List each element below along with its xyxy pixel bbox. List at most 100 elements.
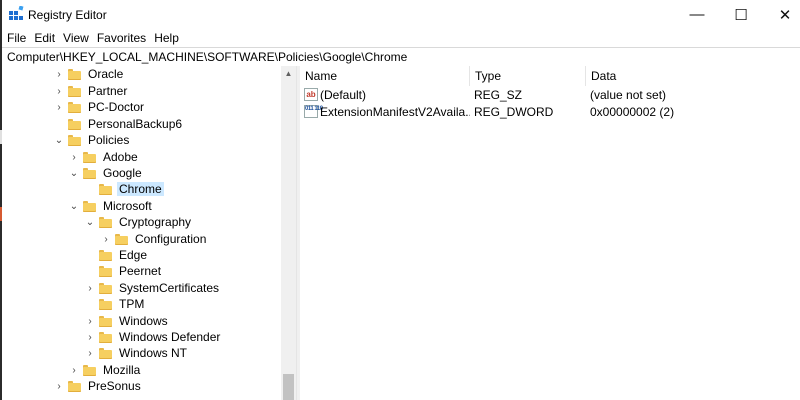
tree-item-cryptography[interactable]: ⌄ Cryptography bbox=[85, 214, 193, 230]
string-value-icon: ab bbox=[304, 88, 318, 101]
folder-icon bbox=[99, 216, 112, 228]
folder-icon bbox=[83, 200, 96, 212]
tree-item-label: Peernet bbox=[119, 264, 162, 278]
folder-icon bbox=[99, 249, 112, 261]
chevron-down-icon[interactable]: ⌄ bbox=[69, 165, 79, 181]
tree-item-presonus[interactable]: › PreSonus bbox=[54, 378, 143, 394]
value-row-default[interactable]: ab (Default) REG_SZ (value not set) bbox=[300, 86, 800, 103]
folder-icon bbox=[68, 68, 81, 80]
tree-item-label: PC-Doctor bbox=[88, 100, 145, 114]
tree-item-personalbackup6[interactable]: PersonalBackup6 bbox=[54, 116, 184, 132]
tree-item-label: Configuration bbox=[135, 232, 207, 246]
value-data: 0x00000002 (2) bbox=[590, 104, 675, 119]
folder-icon bbox=[68, 380, 81, 392]
menu-bar: File Edit View Favorites Help bbox=[2, 29, 800, 47]
column-header-type[interactable]: Type bbox=[470, 66, 586, 86]
folder-icon bbox=[68, 101, 81, 113]
folder-icon bbox=[99, 331, 112, 343]
tree-item-label: Microsoft bbox=[103, 199, 152, 213]
chevron-right-icon[interactable]: › bbox=[54, 378, 64, 394]
tree-item-policies[interactable]: ⌄ Policies bbox=[54, 132, 131, 148]
tree-item-label: Mozilla bbox=[103, 363, 141, 377]
tree-item-adobe[interactable]: › Adobe bbox=[69, 149, 140, 165]
tree-item-label: Oracle bbox=[88, 67, 124, 81]
tree-item-label: Adobe bbox=[103, 150, 138, 164]
folder-icon bbox=[68, 134, 81, 146]
tree-item-configuration[interactable]: › Configuration bbox=[101, 231, 208, 247]
chevron-down-icon[interactable]: ⌄ bbox=[69, 198, 79, 214]
folder-icon bbox=[83, 364, 96, 376]
folder-icon bbox=[99, 183, 112, 195]
tree-item-partner[interactable]: › Partner bbox=[54, 83, 129, 99]
value-data: (value not set) bbox=[590, 87, 667, 102]
chevron-right-icon[interactable]: › bbox=[69, 149, 79, 165]
folder-icon bbox=[68, 85, 81, 97]
chevron-right-icon[interactable]: › bbox=[69, 362, 79, 378]
folder-icon bbox=[99, 347, 112, 359]
window-title: Registry Editor bbox=[28, 8, 107, 22]
close-button[interactable]: ✕ bbox=[762, 0, 800, 29]
tree-item-label: PersonalBackup6 bbox=[88, 117, 183, 131]
folder-icon bbox=[99, 315, 112, 327]
tree-item-mozilla[interactable]: › Mozilla bbox=[69, 362, 142, 378]
key-tree: › Oracle › Partner › PC-Doctor PersonalBack… bbox=[2, 66, 296, 400]
tree-item-microsoft[interactable]: ⌄ Microsoft bbox=[69, 198, 154, 214]
scrollbar-thumb[interactable] bbox=[283, 374, 294, 400]
chevron-right-icon[interactable]: › bbox=[85, 329, 95, 345]
binary-value-icon: 011 110 bbox=[304, 105, 323, 118]
folder-icon bbox=[99, 282, 112, 294]
chevron-right-icon[interactable]: › bbox=[101, 231, 111, 247]
tree-item-google[interactable]: ⌄ Google bbox=[69, 165, 144, 181]
tree-item-windows[interactable]: › Windows bbox=[85, 313, 170, 329]
address-bar[interactable]: Computer\HKEY_LOCAL_MACHINE\SOFTWARE\Pol… bbox=[2, 47, 800, 67]
menu-edit[interactable]: Edit bbox=[30, 31, 59, 45]
tree-scrollbar[interactable]: ▲ bbox=[281, 66, 296, 400]
tree-item-label: SystemCertificates bbox=[119, 281, 220, 295]
column-header-name[interactable]: Name bbox=[300, 66, 470, 86]
minimize-button[interactable]: — bbox=[674, 0, 720, 29]
chevron-right-icon[interactable]: › bbox=[54, 66, 64, 82]
menu-help[interactable]: Help bbox=[150, 31, 183, 45]
tree-item-windows-nt[interactable]: › Windows NT bbox=[85, 345, 189, 361]
chevron-right-icon[interactable]: › bbox=[54, 99, 64, 115]
folder-icon bbox=[83, 167, 96, 179]
menu-view[interactable]: View bbox=[59, 31, 93, 45]
chevron-down-icon[interactable]: ⌄ bbox=[54, 132, 64, 148]
column-header-data[interactable]: Data bbox=[586, 66, 800, 86]
chevron-right-icon[interactable]: › bbox=[54, 83, 64, 99]
chevron-down-icon[interactable]: ⌄ bbox=[85, 214, 95, 230]
value-row-extensionmanifest[interactable]: 011 110 ExtensionManifestV2Availa... REG… bbox=[300, 103, 800, 120]
value-type: REG_DWORD bbox=[474, 104, 554, 119]
tree-item-label: Windows bbox=[119, 314, 168, 328]
address-path[interactable]: Computer\HKEY_LOCAL_MACHINE\SOFTWARE\Pol… bbox=[2, 50, 407, 64]
tree-item-label: Google bbox=[103, 166, 142, 180]
title-bar[interactable]: Registry Editor — ☐ ✕ bbox=[2, 0, 800, 29]
tree-item-peernet[interactable]: Peernet bbox=[85, 263, 163, 279]
tree-item-edge[interactable]: Edge bbox=[85, 247, 149, 263]
chevron-right-icon[interactable]: › bbox=[85, 345, 95, 361]
chevron-right-icon[interactable]: › bbox=[85, 313, 95, 329]
folder-icon bbox=[115, 233, 128, 245]
tree-item-label: Windows Defender bbox=[119, 330, 221, 344]
tree-item-windows-defender[interactable]: › Windows Defender bbox=[85, 329, 222, 345]
menu-favorites[interactable]: Favorites bbox=[93, 31, 150, 45]
folder-icon bbox=[68, 118, 81, 130]
menu-file[interactable]: File bbox=[2, 31, 30, 45]
value-name-cell: ab (Default) bbox=[304, 86, 470, 103]
value-name: (Default) bbox=[320, 87, 367, 102]
tree-item-tpm[interactable]: TPM bbox=[85, 296, 146, 312]
value-name: ExtensionManifestV2Availa... bbox=[320, 104, 470, 119]
chevron-right-icon[interactable]: › bbox=[85, 280, 95, 296]
scroll-up-arrow-icon[interactable]: ▲ bbox=[281, 66, 296, 81]
tree-item-oracle[interactable]: › Oracle bbox=[54, 66, 125, 82]
folder-icon bbox=[99, 265, 112, 277]
tree-item-pc-doctor[interactable]: › PC-Doctor bbox=[54, 99, 146, 115]
tree-item-systemcertificates[interactable]: › SystemCertificates bbox=[85, 280, 221, 296]
tree-item-chrome[interactable]: Chrome bbox=[85, 181, 164, 197]
tree-item-label: Chrome bbox=[117, 182, 164, 196]
maximize-button[interactable]: ☐ bbox=[718, 0, 764, 29]
folder-icon bbox=[99, 298, 112, 310]
